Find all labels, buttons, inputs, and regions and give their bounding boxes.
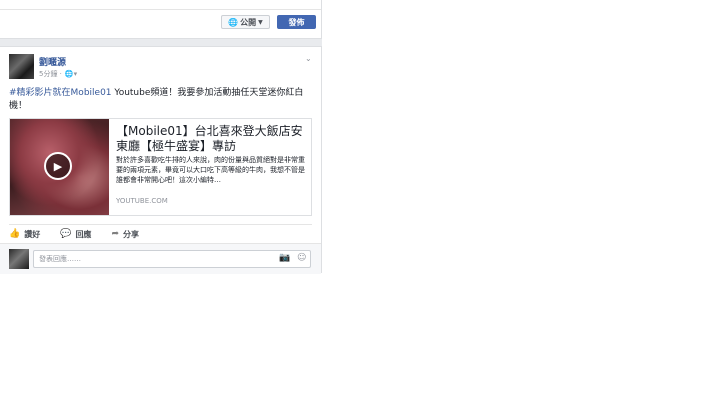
post-meta: 5分鐘 · 🌐▾ — [39, 69, 77, 79]
camera-icon[interactable]: 📷 — [279, 253, 290, 263]
feed-post: 劉暱源 5分鐘 · 🌐▾ ⌄ #精彩影片就在Mobile01 Youtube頻道… — [0, 46, 322, 274]
comment-icon: 💬 — [60, 229, 72, 239]
link-domain: YOUTUBE.COM — [116, 197, 168, 205]
post-actions-bar: 👍 讚好 💬 回應 ➦ 分享 — [9, 224, 312, 243]
audience-icon[interactable]: 🌐▾ — [65, 70, 77, 78]
commenter-avatar — [9, 249, 29, 269]
post-composer: 🌐 公開 ▼ 發佈 — [0, 0, 322, 39]
like-button[interactable]: 👍 讚好 — [9, 229, 40, 240]
link-title[interactable]: 【Mobile01】台北喜來登大飯店安東廳【極牛盛宴】專訪 — [116, 124, 306, 154]
composer-divider — [0, 9, 321, 10]
comment-placeholder: 發表回應…… — [39, 255, 81, 263]
author-name[interactable]: 劉暱源 — [39, 55, 66, 68]
publish-button[interactable]: 發佈 — [277, 15, 316, 29]
hashtag-link[interactable]: #精彩影片就在Mobile01 — [9, 88, 112, 98]
post-timestamp[interactable]: 5分鐘 · — [39, 69, 62, 79]
share-button[interactable]: ➦ 分享 — [111, 229, 139, 240]
link-description: 對於許多喜歡吃牛排的人來說，肉的份量與品質絕對是非常重要的兩項元素，畢竟可以大口… — [116, 156, 305, 184]
share-label: 分享 — [122, 229, 139, 239]
thumbs-up-icon: 👍 — [9, 229, 21, 239]
globe-icon: 🌐 — [228, 17, 239, 27]
privacy-selector-button[interactable]: 🌐 公開 ▼ — [221, 15, 270, 29]
author-avatar[interactable] — [9, 54, 34, 79]
link-preview-card[interactable]: ▶ 【Mobile01】台北喜來登大飯店安東廳【極牛盛宴】專訪 對於許多喜歡吃牛… — [9, 118, 312, 216]
comment-button[interactable]: 💬 回應 — [60, 229, 91, 240]
share-icon: ➦ — [111, 229, 119, 239]
post-text: #精彩影片就在Mobile01 Youtube頻道！我要參加活動抽任天堂迷你紅白… — [9, 87, 309, 113]
comment-composer: 發表回應…… 📷 ☺ — [0, 243, 321, 274]
video-thumbnail[interactable]: ▶ — [10, 119, 109, 215]
like-label: 讚好 — [24, 229, 41, 239]
emoji-icon[interactable]: ☺ — [297, 253, 306, 263]
chevron-down-icon[interactable]: ⌄ — [305, 54, 312, 63]
caret-down-icon: ▼ — [258, 18, 263, 26]
news-feed: 🌐 公開 ▼ 發佈 劉暱源 5分鐘 · 🌐▾ ⌄ #精彩影片就在Mobile01… — [0, 0, 322, 274]
play-icon[interactable]: ▶ — [44, 152, 72, 180]
comment-input[interactable]: 發表回應…… 📷 ☺ — [33, 250, 311, 268]
privacy-label: 公開 — [240, 17, 257, 27]
comment-label: 回應 — [75, 229, 92, 239]
